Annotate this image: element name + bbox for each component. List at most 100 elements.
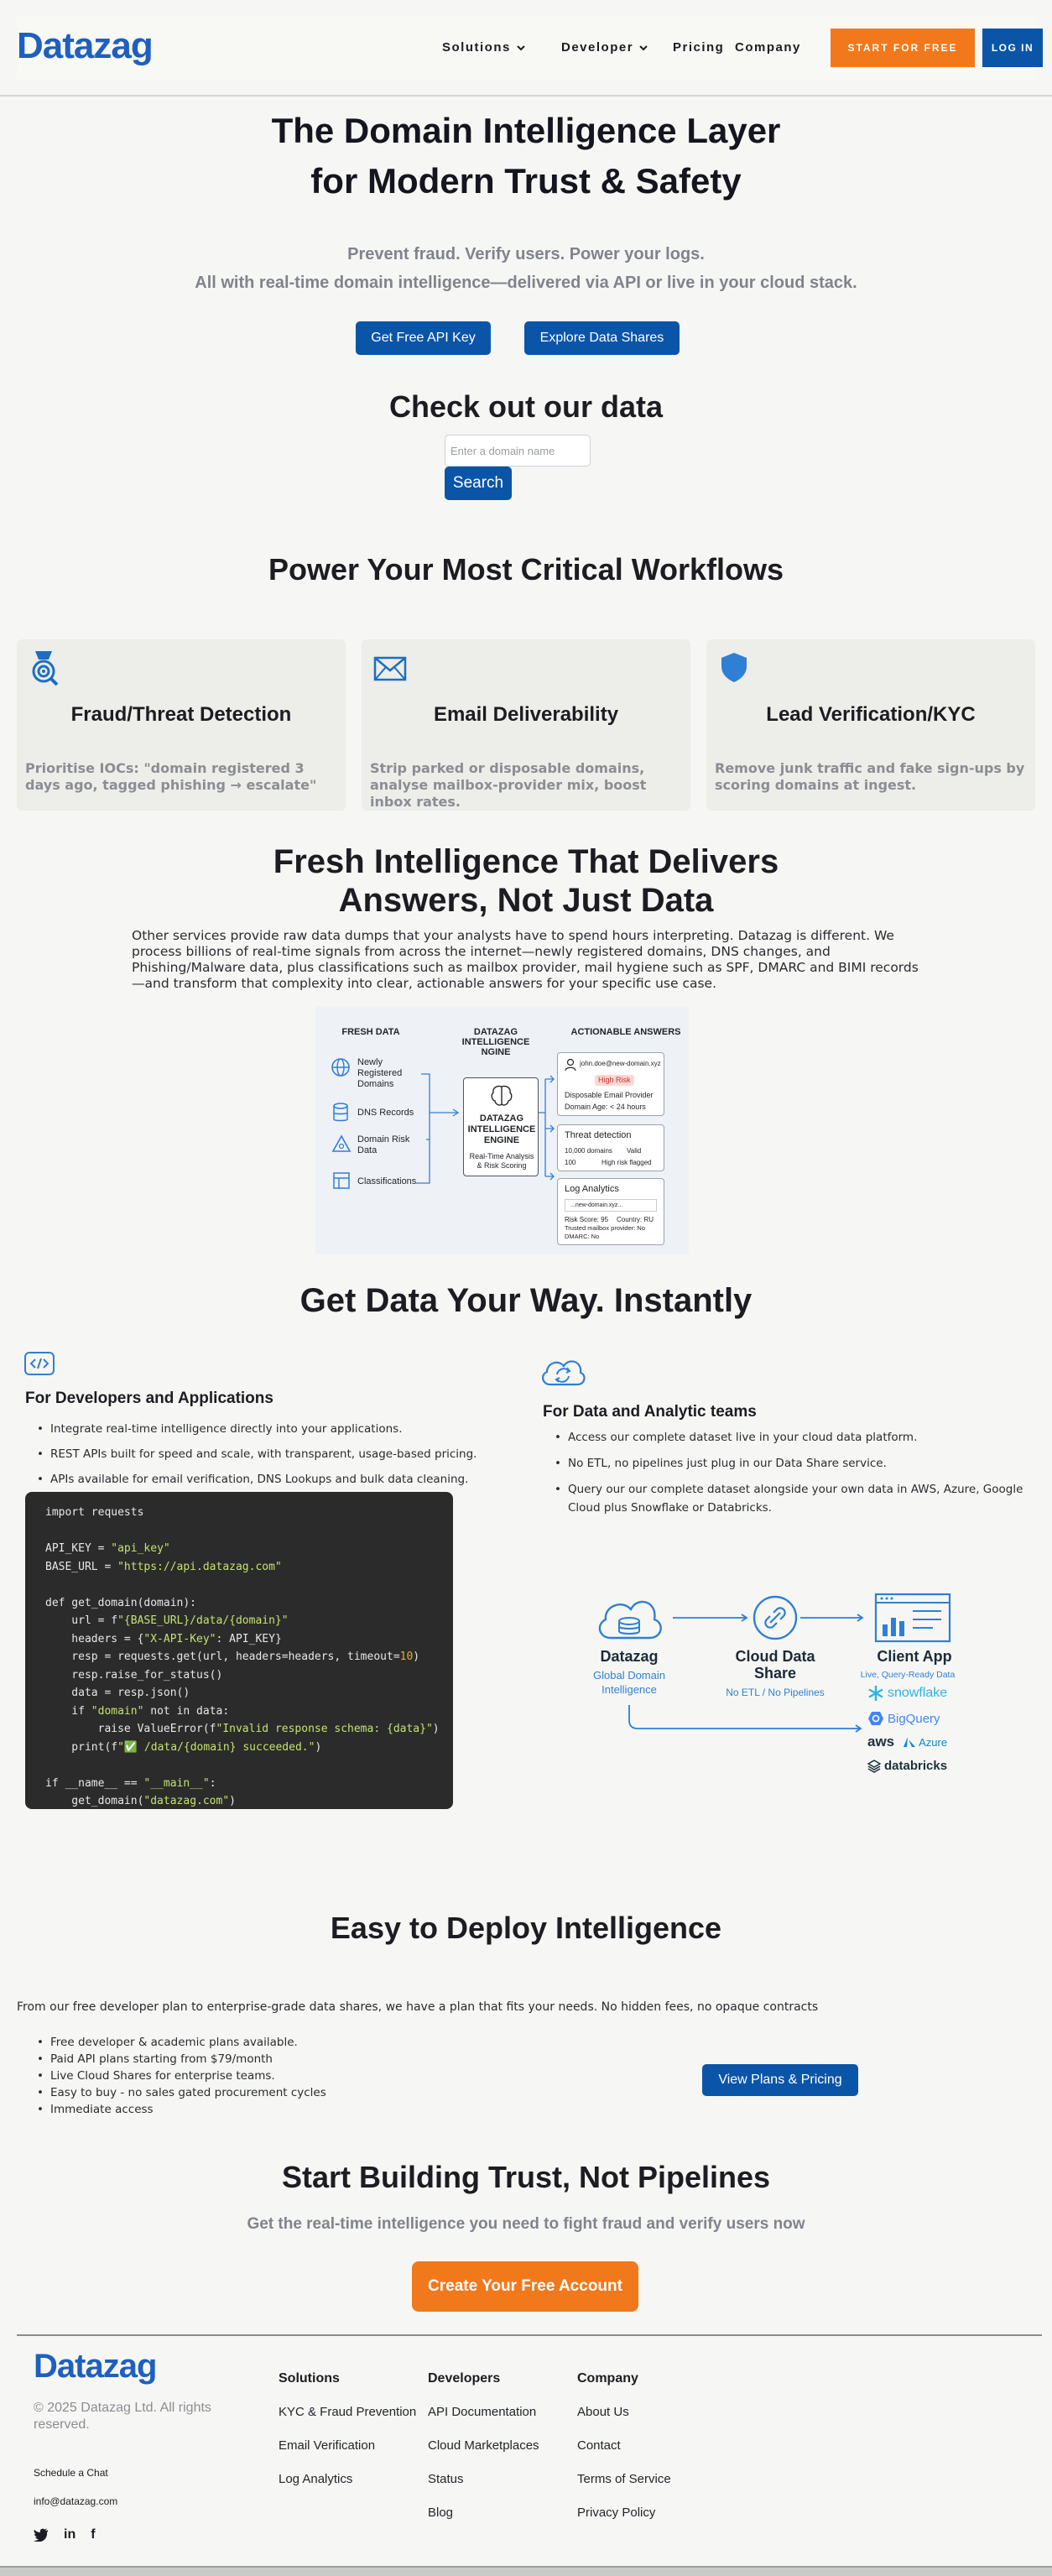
list-item: Integrate real-time intelligence directl…	[25, 1416, 495, 1442]
log-trusted: Trusted mailbox provider: No	[565, 1224, 646, 1232]
start-for-free-button[interactable]: START FOR FREE	[831, 29, 975, 67]
nav-divider	[0, 95, 1052, 96]
code-icon	[24, 1352, 55, 1375]
workflow-card-fraud: Fraud/Threat Detection Prioritise IOCs: …	[17, 639, 346, 811]
schedule-chat-link[interactable]: Schedule a Chat	[34, 2467, 108, 2479]
footer-link[interactable]: Privacy Policy	[577, 2506, 655, 2520]
answer-card-log: Log Analytics ...new-domain.xyz... Risk …	[557, 1178, 664, 1245]
facebook-icon[interactable]: f	[91, 2527, 95, 2542]
code-line: url = f	[45, 1614, 118, 1627]
footer-link[interactable]: KYC & Fraud Prevention	[279, 2405, 416, 2419]
get-api-key-button[interactable]: Get Free API Key	[356, 321, 491, 355]
nav-company[interactable]: Company	[735, 40, 801, 55]
card-text: Remove junk traffic and fake sign-ups by…	[715, 760, 1025, 793]
footer-logo[interactable]: Datazag	[34, 2348, 157, 2386]
log-search: ...new-domain.xyz...	[565, 1199, 657, 1212]
deploy-intro: From our free developer plan to enterpri…	[17, 2000, 819, 2014]
nav-pricing[interactable]: Pricing	[673, 40, 724, 55]
footer-link[interactable]: Cloud Marketplaces	[428, 2438, 539, 2453]
code-string: "__main__"	[143, 1776, 210, 1790]
view-plans-button[interactable]: View Plans & Pricing	[702, 2064, 858, 2096]
nav-solutions[interactable]: Solutions	[442, 40, 526, 55]
answer-card-threat: Threat detection 10,000 domains Valid 10…	[557, 1124, 664, 1171]
footer-link[interactable]: API Documentation	[428, 2405, 536, 2419]
login-button[interactable]: LOG IN	[982, 29, 1043, 67]
code-string: "	[117, 1740, 124, 1754]
explore-data-shares-button[interactable]: Explore Data Shares	[524, 321, 680, 355]
list-item: Access our complete dataset live in your…	[543, 1428, 1029, 1447]
databricks-logo: databricks	[867, 1759, 947, 1773]
search-button[interactable]: Search	[445, 467, 512, 500]
snowflake-icon	[868, 1686, 883, 1701]
fresh-title-line1: Fresh Intelligence That Delivers	[273, 843, 779, 880]
bigquery-icon	[868, 1712, 883, 1725]
footer-col-solutions-title: Solutions	[279, 2371, 340, 2386]
footer-link[interactable]: Status	[428, 2472, 464, 2486]
list-item: Query our our complete dataset alongside…	[543, 1480, 1029, 1517]
chevron-down-icon	[517, 44, 525, 50]
intelligence-diagram: FRESH DATA DATAZAG INTELLIGENCE NGINE AC…	[315, 1007, 689, 1254]
list-item: Live Cloud Shares for enterprise teams.	[25, 2068, 445, 2084]
workflows-title: Power Your Most Critical Workflows	[268, 552, 784, 587]
logo[interactable]: Datazag	[17, 25, 154, 67]
threat-line2a: 100	[565, 1159, 576, 1166]
code-string: "domain"	[91, 1704, 144, 1718]
answer-email-line1: Disposable Email Provider	[565, 1091, 654, 1099]
code-line: not in data:	[143, 1704, 230, 1718]
footer-email-link[interactable]: info@datazag.com	[34, 2495, 117, 2507]
engine-box: DATAZAG INTELLIGENCE ENGINE Real-Time An…	[463, 1077, 539, 1176]
footer-link[interactable]: Email Verification	[279, 2438, 375, 2453]
footer-bottom-bar	[0, 2566, 1052, 2576]
code-line: if	[45, 1704, 91, 1718]
databricks-label: databricks	[884, 1759, 948, 1773]
snowflake-label: snowflake	[888, 1686, 948, 1700]
threat-line1b: Valid	[627, 1147, 642, 1155]
code-line: raise ValueError(f	[45, 1723, 216, 1735]
nav-solutions-label: Solutions	[442, 40, 511, 55]
search-section-title: Check out our data	[388, 389, 664, 424]
engine-subtitle: Real-Time Analysis & Risk Scoring	[469, 1152, 534, 1170]
domain-search-input[interactable]: Enter a domain name	[445, 435, 591, 467]
list-item: APIs available for email verification, D…	[25, 1467, 495, 1492]
footer-link[interactable]: Blog	[428, 2506, 453, 2520]
fresh-title-line2: Answers, Not Just Data	[338, 882, 714, 919]
dashboard-icon	[874, 1593, 951, 1643]
nav-developer[interactable]: Developer	[561, 40, 648, 55]
list-item: Easy to buy - no sales gated procurement…	[25, 2084, 445, 2101]
code-string: "Invalid response schema: {data}"	[216, 1723, 433, 1735]
footer-link[interactable]: About Us	[577, 2405, 629, 2419]
envelope-icon	[373, 656, 407, 681]
code-line: import requests	[45, 1506, 144, 1519]
log-dmarc: DMARC: No	[565, 1233, 600, 1240]
cta-subtitle: Get the real-time intelligence you need …	[247, 2215, 805, 2233]
footer-link[interactable]: Terms of Service	[577, 2472, 671, 2486]
flow-node-client-sub: Live, Query-Ready Data	[860, 1670, 956, 1680]
footer-link[interactable]: Log Analytics	[279, 2472, 352, 2486]
linkedin-icon[interactable]: in	[64, 2527, 76, 2542]
code-string: "datazag.com"	[143, 1795, 230, 1807]
footer-link[interactable]: Contact	[577, 2438, 621, 2453]
footer-col-developers-title: Developers	[428, 2371, 501, 2386]
footer-copyright: © 2025 Datazag Ltd. All rights reserved.	[34, 2401, 211, 2432]
flow-node-datazag-sub: Global Domain Intelligence	[593, 1669, 665, 1696]
user-icon	[565, 1058, 576, 1072]
list-item: Free developer & academic plans availabl…	[25, 2034, 445, 2051]
link-circle-icon	[753, 1595, 798, 1640]
log-title: Log Analytics	[565, 1184, 619, 1194]
azure-icon	[904, 1737, 916, 1747]
flow-node-share: Cloud Data Share	[735, 1648, 815, 1682]
code-line: print(f	[45, 1740, 118, 1754]
create-account-button[interactable]: Create Your Free Account	[412, 2261, 638, 2312]
dev-section-title: For Developers and Applications	[25, 1390, 273, 1407]
card-title: Lead Verification/KYC	[766, 703, 976, 726]
code-line: )	[413, 1650, 420, 1663]
code-sample: import requests API_KEY = "api_key" BASE…	[25, 1492, 453, 1809]
answer-email: john.doe@new-domain.xyz	[580, 1060, 661, 1067]
deploy-title: Easy to Deploy Intelligence	[330, 1911, 722, 1945]
list-item: REST APIs built for speed and scale, wit…	[25, 1442, 495, 1467]
azure-logo: Azure	[903, 1736, 947, 1749]
deploy-bullet-list: Free developer & academic plans availabl…	[25, 2034, 445, 2118]
hero-subtitle-2: All with real-time domain intelligence—d…	[195, 274, 857, 292]
twitter-icon[interactable]	[34, 2528, 49, 2542]
check-emoji: ✅	[123, 1740, 138, 1754]
